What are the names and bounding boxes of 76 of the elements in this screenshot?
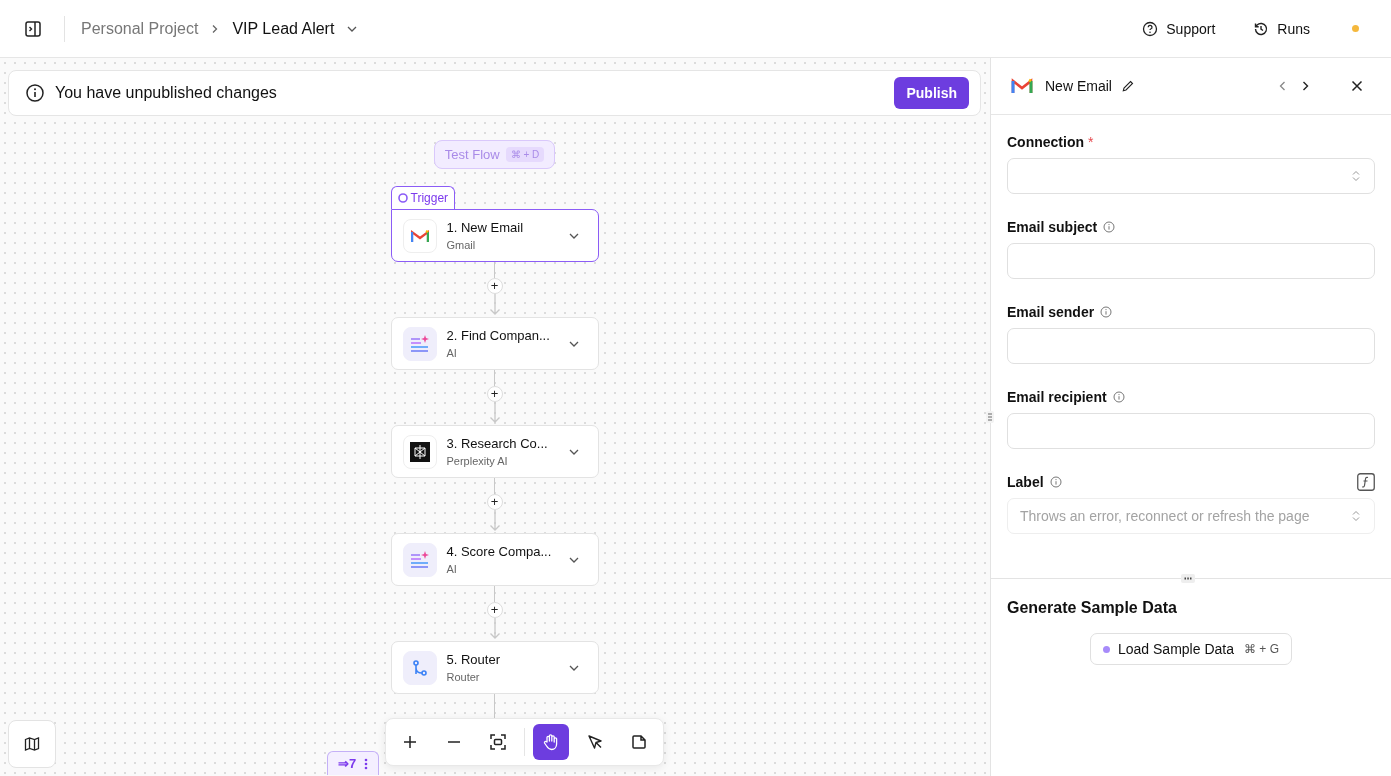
info-icon <box>1100 306 1113 318</box>
trigger-tag: Trigger <box>390 186 456 209</box>
step-app-icon <box>402 218 437 253</box>
toolbar-button[interactable] <box>533 724 569 760</box>
info-icon <box>25 83 45 103</box>
map-icon <box>24 736 40 752</box>
flow-step-card[interactable]: 1. New Email Gmail <box>390 209 599 262</box>
load-sample-button[interactable]: Load Sample Data ⌘ + G <box>1090 633 1292 665</box>
trigger-icon <box>397 193 408 203</box>
fit-view-icon <box>490 734 506 750</box>
add-step-button[interactable]: + <box>486 278 503 294</box>
map-button[interactable] <box>8 720 56 768</box>
help-icon <box>1142 20 1159 37</box>
step-app-icon <box>402 434 437 469</box>
step-app-icon <box>402 542 437 577</box>
flow-step-card[interactable]: 5. Router Router <box>390 641 599 694</box>
field-label: Connection <box>1007 134 1084 150</box>
info-icon <box>1112 391 1125 403</box>
add-step-button[interactable]: + <box>486 494 503 510</box>
section-title: Generate Sample Data <box>1007 599 1178 617</box>
mail-logo-icon <box>1011 78 1033 94</box>
resize-handle[interactable] <box>986 411 994 423</box>
pointer-icon <box>587 734 603 750</box>
step-app-icon <box>402 326 437 361</box>
zoom-in-icon <box>403 735 417 749</box>
status-dot <box>1352 25 1359 32</box>
select-field[interactable] <box>1007 158 1375 194</box>
header-button[interactable]: Runs <box>1243 14 1320 43</box>
step-title: 4. Score Compa... <box>446 544 553 559</box>
branch-badge[interactable]: ⇒7 <box>327 751 380 775</box>
breadcrumb-link[interactable]: Personal Project <box>81 19 199 38</box>
close-icon[interactable] <box>1351 80 1363 92</box>
step-app-icon <box>402 650 437 685</box>
flow-step-card[interactable]: 4. Score Compa... AI <box>390 533 599 586</box>
field-label: Label <box>1007 474 1044 490</box>
connector-arrow <box>488 294 501 316</box>
step-title: 3. Research Co... <box>446 436 549 451</box>
required-mark: * <box>1088 134 1094 150</box>
step-app-name: Gmail <box>446 239 477 251</box>
info-icon <box>1103 221 1116 233</box>
note-icon <box>631 734 647 750</box>
step-title: 1. New Email <box>446 220 525 235</box>
step-app-name: AI <box>446 347 458 359</box>
up-down-chevron-icon <box>1352 510 1360 522</box>
input-field[interactable] <box>1007 328 1375 364</box>
header-button[interactable]: Support <box>1132 14 1226 43</box>
input-field[interactable] <box>1007 243 1375 279</box>
flow-step-card[interactable]: 3. Research Co... Perplexity AI <box>390 425 599 478</box>
step-app-name: AI <box>446 563 458 575</box>
connector-arrow <box>488 510 501 532</box>
hand-icon <box>542 733 560 751</box>
more-icon[interactable] <box>364 757 369 770</box>
info-icon <box>1049 476 1062 488</box>
step-app-name: Perplexity AI <box>446 455 509 467</box>
field-label: Email recipient <box>1007 389 1107 405</box>
pencil-icon[interactable] <box>1121 80 1134 92</box>
history-icon <box>1253 20 1270 37</box>
connector-arrow <box>488 618 501 640</box>
add-step-button[interactable]: + <box>486 602 503 618</box>
field-label: Email sender <box>1007 304 1095 320</box>
sidebar-toggle-icon[interactable] <box>24 19 42 38</box>
add-step-button[interactable]: + <box>486 386 503 402</box>
connector-arrow <box>488 402 501 424</box>
step-app-name: Router <box>446 671 481 683</box>
step-title: 2. Find Compan... <box>446 328 551 343</box>
field-label: Email subject <box>1007 219 1098 235</box>
flow-step-card[interactable]: 2. Find Compan... AI <box>390 317 599 370</box>
input-field[interactable] <box>1007 413 1375 449</box>
panel-title[interactable]: New Email <box>1045 78 1112 94</box>
banner-text: You have unpublished changes <box>55 84 278 102</box>
branch-count: ⇒7 <box>338 756 357 771</box>
flow-name[interactable]: VIP Lead Alert <box>232 19 335 38</box>
up-down-chevron-icon <box>1352 170 1360 182</box>
step-title: 5. Router <box>446 652 501 667</box>
resize-handle[interactable] <box>1181 574 1195 583</box>
publish-button[interactable]: Publish <box>894 77 969 109</box>
